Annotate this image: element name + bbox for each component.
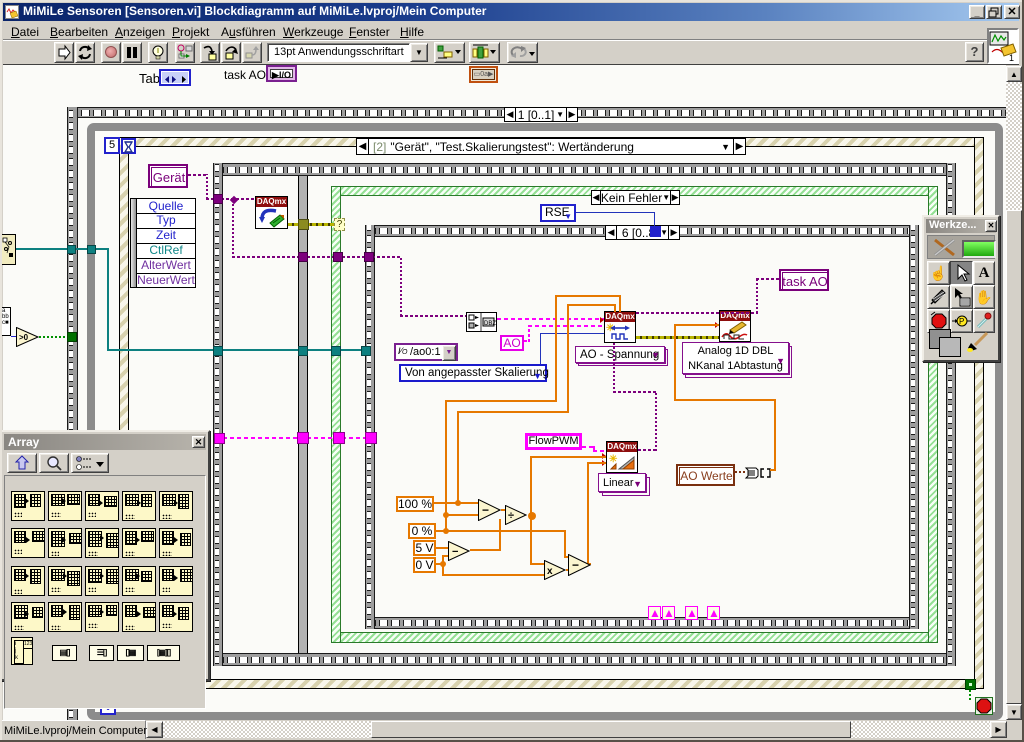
svg-text:x: x [547, 566, 553, 577]
svg-text:−: − [572, 558, 579, 572]
svg-text:1: 1 [1009, 53, 1014, 62]
svg-text:P: P [959, 317, 964, 326]
svg-text:✳: ✳ [609, 454, 618, 465]
svg-text:DBZ: DBZ [484, 321, 496, 327]
svg-text:−: − [452, 546, 458, 558]
svg-text:>0: >0 [19, 333, 29, 342]
svg-text:÷: ÷ [508, 510, 514, 522]
svg-text:−: − [482, 503, 489, 517]
